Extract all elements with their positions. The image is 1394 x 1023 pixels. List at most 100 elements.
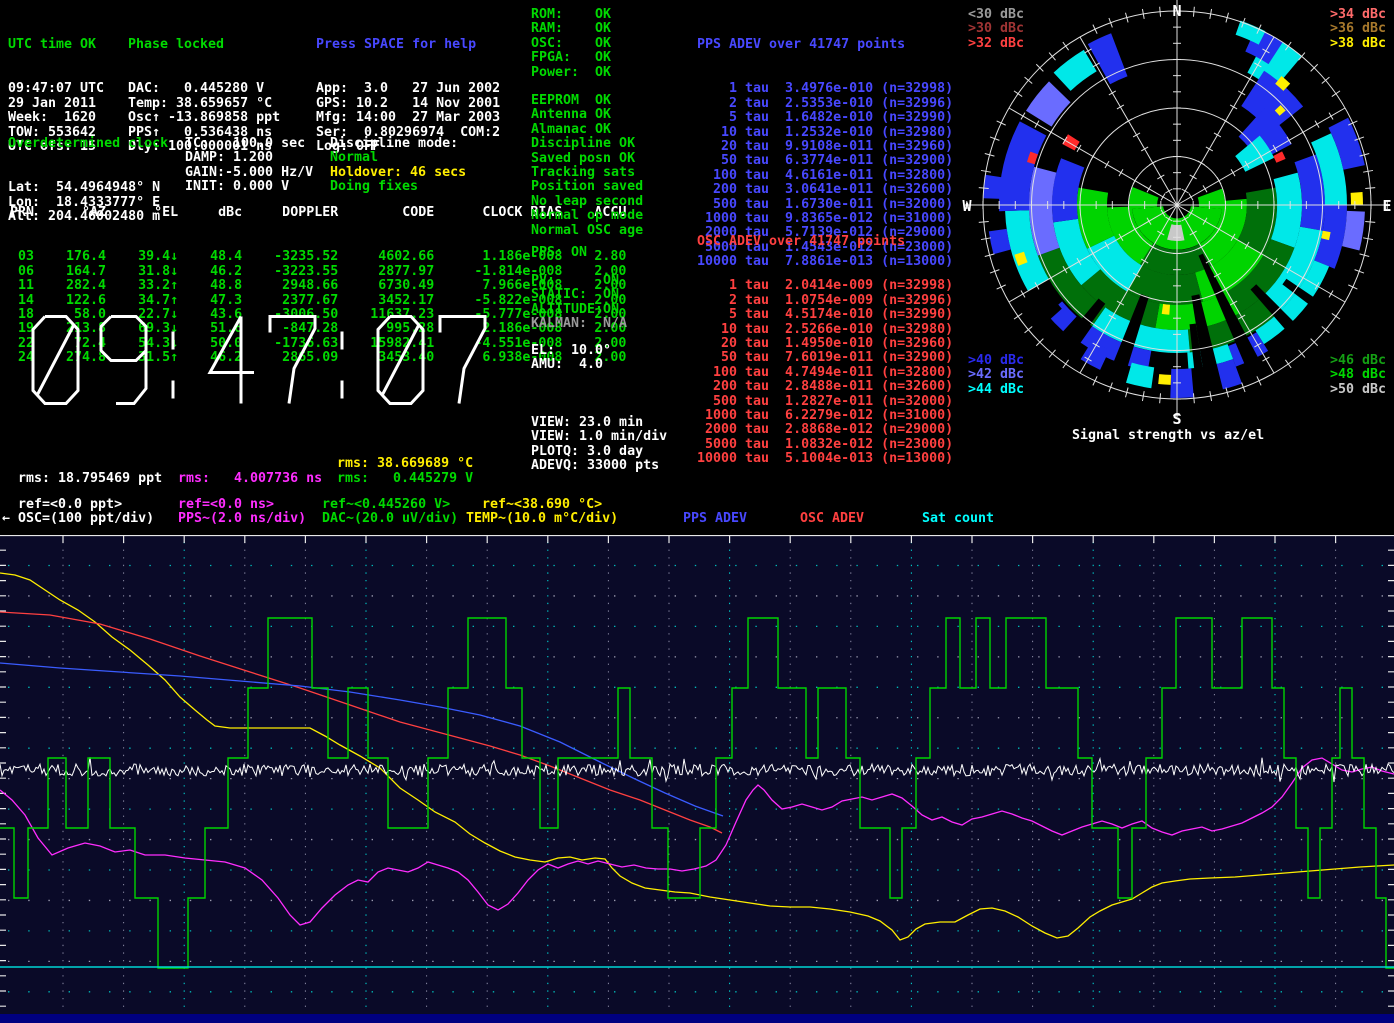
osc-adev-row: 10000 tau 5.1004e-013 (n=13000) [697, 452, 953, 466]
loop-line: TC: 100.0 sec [185, 137, 313, 151]
polar-signal-arc [1062, 134, 1080, 150]
compass-label-s: S [1172, 410, 1181, 428]
rms-pps: rms: 4.007736 ns [178, 471, 322, 486]
view-line: ADEVQ: 33000 pts [531, 459, 667, 473]
polar-signal-arc [1026, 81, 1071, 126]
rms-dac: rms: 0.445279 V [337, 471, 473, 486]
status-line: PPS: ON [531, 246, 587, 260]
loop-line: DAMP: 1.200 [185, 151, 313, 165]
scale-temp: TEMP~(10.0 m°C/div) [466, 511, 618, 526]
osc-adev-row: 5000 tau 1.0832e-012 (n=23000) [697, 438, 953, 452]
phase-line: DAC: 0.445280 V [128, 82, 280, 96]
polar-signal-arc [1351, 192, 1363, 205]
polar-signal-arc [1198, 189, 1225, 210]
scale-dac: DAC~(20.0 uV/div) [322, 511, 458, 526]
osc-adev-row: 2 tau 1.0754e-009 (n=32996) [697, 294, 953, 308]
pps-adev-row: 50 tau 6.3774e-011 (n=32900) [697, 154, 953, 168]
polar-signal-arc [1162, 304, 1170, 315]
status-pps: PPS: ON [531, 246, 587, 260]
legend-pps-adev: PPS ADEV [683, 511, 747, 526]
signal-strength-polar-map: N E S W [950, 0, 1394, 446]
status-line: Position saved [531, 180, 643, 194]
osc-adev-row: 5 tau 4.5174e-010 (n=32990) [697, 308, 953, 322]
view-block: VIEW: 23.0 minVIEW: 1.0 min/divPLOTQ: 3.… [531, 416, 667, 474]
status-line: FPGA: OK [531, 51, 611, 65]
status-line: Normal op mode [531, 209, 643, 223]
pps-adev-title: PPS ADEV over 41747 points [697, 38, 953, 52]
mask-line: AMU: 4.0 [531, 358, 611, 372]
status-line: OSC: OK [531, 37, 611, 51]
legend-osc-adev: OSC ADEV [800, 511, 864, 526]
pps-adev-row: 1 tau 3.4976e-010 (n=32998) [697, 82, 953, 96]
big-digital-clock [30, 315, 490, 405]
compass-label-w: W [962, 197, 972, 215]
plot-bottom-band [0, 1014, 1394, 1023]
position-title: Overdetermined clock [8, 137, 168, 151]
osc-adev-row: 100 tau 4.7494e-011 (n=32800) [697, 366, 953, 380]
discipline-line: Normal [330, 151, 466, 165]
compass-label-e: E [1382, 197, 1391, 215]
status-masks: EL: 10.0°AMU: 4.0 [531, 344, 611, 373]
legend-sat-count: Sat count [922, 511, 994, 526]
clock-glyph-stroke [382, 325, 419, 396]
status-line: KALMAN: N/A [531, 317, 627, 331]
phase-title: Phase locked [128, 38, 280, 52]
polar-signal-arc [1158, 374, 1171, 385]
polar-signal-arc [983, 175, 1003, 199]
clock-glyph-stroke [270, 317, 315, 404]
status-line: RAM: OK [531, 22, 611, 36]
osc-adev-row: 1000 tau 6.2279e-012 (n=31000) [697, 409, 953, 423]
osc-adev-row: 2000 tau 2.8868e-012 (n=29000) [697, 423, 953, 437]
ref-pps: ref=<0.0 ns> [178, 497, 274, 512]
status-line: Antenna OK [531, 108, 643, 122]
pps-adev-row: 20 tau 9.9108e-011 (n=32960) [697, 140, 953, 154]
osc-adev-row: 500 tau 1.2827e-011 (n=32000) [697, 395, 953, 409]
clock-glyph-stroke [37, 325, 74, 396]
osc-adev-title: OSC ADEV over 41747 points [697, 235, 953, 249]
polar-signal-arc [1273, 151, 1285, 162]
rms-temp: rms: 38.669689 °C [337, 456, 473, 471]
pps-adev-row: 2 tau 2.5353e-010 (n=32996) [697, 97, 953, 111]
mask-line: EL: 10.0° [531, 344, 611, 358]
status-line: ALTITUDE:ON [531, 303, 627, 317]
status-modes: PV: ONSTATIC: ONALTITUDE:ONKALMAN: N/A [531, 274, 627, 332]
status-line: ROM: OK [531, 8, 611, 22]
pps-adev-row: 200 tau 3.0641e-011 (n=32600) [697, 183, 953, 197]
status-line: Power: OK [531, 66, 611, 80]
view-line: VIEW: 1.0 min/div [531, 430, 667, 444]
polar-signal-arc [1290, 130, 1312, 148]
status-line: Discipline OK [531, 137, 643, 151]
plot-background [0, 535, 1394, 1023]
status-line: PV: ON [531, 274, 627, 288]
utc-time-title: UTC time OK [8, 38, 104, 52]
status-line: STATIC: ON [531, 288, 627, 302]
ref-temp: ref~<38.690 °C> [482, 497, 602, 512]
compass-label-n: N [1172, 2, 1181, 20]
discipline-line: Discipline mode: [330, 137, 466, 151]
status-line: Almanac OK [531, 123, 643, 137]
osc-adev-row: 50 tau 7.6019e-011 (n=32900) [697, 351, 953, 365]
osc-adev-row: 20 tau 1.4950e-010 (n=32960) [697, 337, 953, 351]
status-receiver: ROM: OKRAM: OKOSC: OKFPGA: OKPower: OK [531, 8, 611, 80]
polar-signal-arc [1126, 363, 1154, 389]
pps-adev-row: 5 tau 1.6482e-010 (n=32990) [697, 111, 953, 125]
lady-heather-screen[interactable]: UTC time OK 09:47:07 UTC29 Jan 2011Week:… [0, 0, 1394, 1023]
ref-dac: ref~<0.445260 V> [322, 497, 450, 512]
osc-adev-row: 200 tau 2.8488e-011 (n=32600) [697, 380, 953, 394]
status-line: EEPROM OK [531, 94, 643, 108]
help-title: Press SPACE for help [316, 38, 500, 52]
clock-glyph-stroke [101, 317, 146, 361]
osc-adev-row: 1 tau 2.0414e-009 (n=32998) [697, 279, 953, 293]
polar-signal-arc [1054, 50, 1097, 91]
scale-pps: PPS~(2.0 ns/div) [178, 511, 306, 526]
polar-signal-arc [1129, 187, 1158, 209]
pps-adev-row: 100 tau 4.6161e-011 (n=32800) [697, 169, 953, 183]
view-line: PLOTQ: 3.0 day [531, 445, 667, 459]
polar-caption: Signal strength vs az/el [1072, 428, 1264, 443]
osc-adev-row: 10 tau 2.5266e-010 (n=32980) [697, 323, 953, 337]
help-line: App: 3.0 27 Jun 2002 [316, 82, 500, 96]
status-line: Saved posn OK [531, 152, 643, 166]
clock-glyph-stroke [440, 317, 485, 404]
rms-osc: rms: 18.795469 ppt [18, 471, 162, 486]
status-line: Normal OSC age [531, 224, 643, 238]
